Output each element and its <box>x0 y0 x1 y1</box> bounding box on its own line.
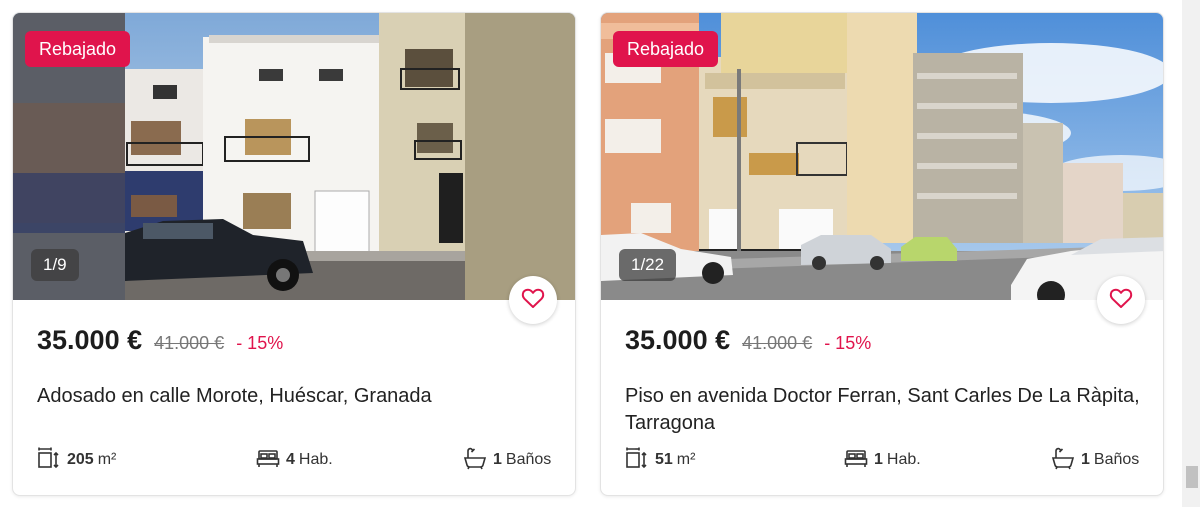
listing-photo[interactable]: Rebajado 1/22 <box>601 13 1163 300</box>
bathtub-icon <box>1051 446 1081 475</box>
favorite-button[interactable] <box>509 276 557 324</box>
baths-unit: Baños <box>505 451 552 468</box>
photo-counter: 1/22 <box>619 249 677 281</box>
photo-counter: 1/9 <box>31 249 79 281</box>
bed-icon <box>256 446 286 475</box>
area-value: 51 <box>655 451 673 468</box>
listing-card[interactable]: Rebajado 1/22 35.000 € 41.000 € - 15% Pi… <box>600 12 1164 496</box>
baths-value: 1 <box>493 451 502 468</box>
feature-rooms: 1 Hab. <box>844 447 921 473</box>
area-measure-icon <box>37 446 67 475</box>
price-row: 35.000 € 41.000 € - 15% <box>625 325 871 356</box>
heart-outline-icon <box>1109 287 1133 314</box>
current-price: 35.000 € <box>37 325 143 355</box>
discount-badge: Rebajado <box>25 31 131 67</box>
page-scrollbar[interactable] <box>1182 0 1200 507</box>
rooms-unit: Hab. <box>886 451 921 468</box>
current-price: 35.000 € <box>625 325 731 355</box>
favorite-button[interactable] <box>1097 276 1145 324</box>
area-unit: m² <box>676 451 696 468</box>
area-measure-icon <box>625 446 655 475</box>
heart-outline-icon <box>521 287 545 314</box>
old-price: 41.000 € <box>154 333 225 353</box>
rooms-value: 4 <box>286 451 295 468</box>
listing-features: 51 m² 1 Hab. 1 Baños <box>625 447 1141 473</box>
area-value: 205 <box>67 451 94 468</box>
feature-area: 51 m² <box>625 447 695 473</box>
scrollbar-thumb[interactable] <box>1186 466 1198 488</box>
bed-icon <box>844 446 874 475</box>
feature-area: 205 m² <box>37 447 116 473</box>
area-unit: m² <box>97 451 117 468</box>
listing-features: 205 m² 4 Hab. 1 Baños <box>37 447 553 473</box>
rooms-value: 1 <box>874 451 883 468</box>
listing-title[interactable]: Adosado en calle Morote, Huéscar, Granad… <box>37 383 557 410</box>
discount-badge: Rebajado <box>613 31 719 67</box>
baths-value: 1 <box>1081 451 1090 468</box>
feature-baths: 1 Baños <box>1051 447 1139 473</box>
discount-percent: - 15% <box>824 333 872 353</box>
old-price: 41.000 € <box>742 333 813 353</box>
feature-baths: 1 Baños <box>463 447 551 473</box>
rooms-unit: Hab. <box>298 451 333 468</box>
discount-percent: - 15% <box>236 333 284 353</box>
baths-unit: Baños <box>1093 451 1140 468</box>
listing-title[interactable]: Piso en avenida Doctor Ferran, Sant Carl… <box>625 383 1145 437</box>
bathtub-icon <box>463 446 493 475</box>
feature-rooms: 4 Hab. <box>256 447 333 473</box>
listing-photo[interactable]: Rebajado 1/9 <box>13 13 575 300</box>
price-row: 35.000 € 41.000 € - 15% <box>37 325 283 356</box>
listing-card[interactable]: Rebajado 1/9 35.000 € 41.000 € - 15% Ado… <box>12 12 576 496</box>
